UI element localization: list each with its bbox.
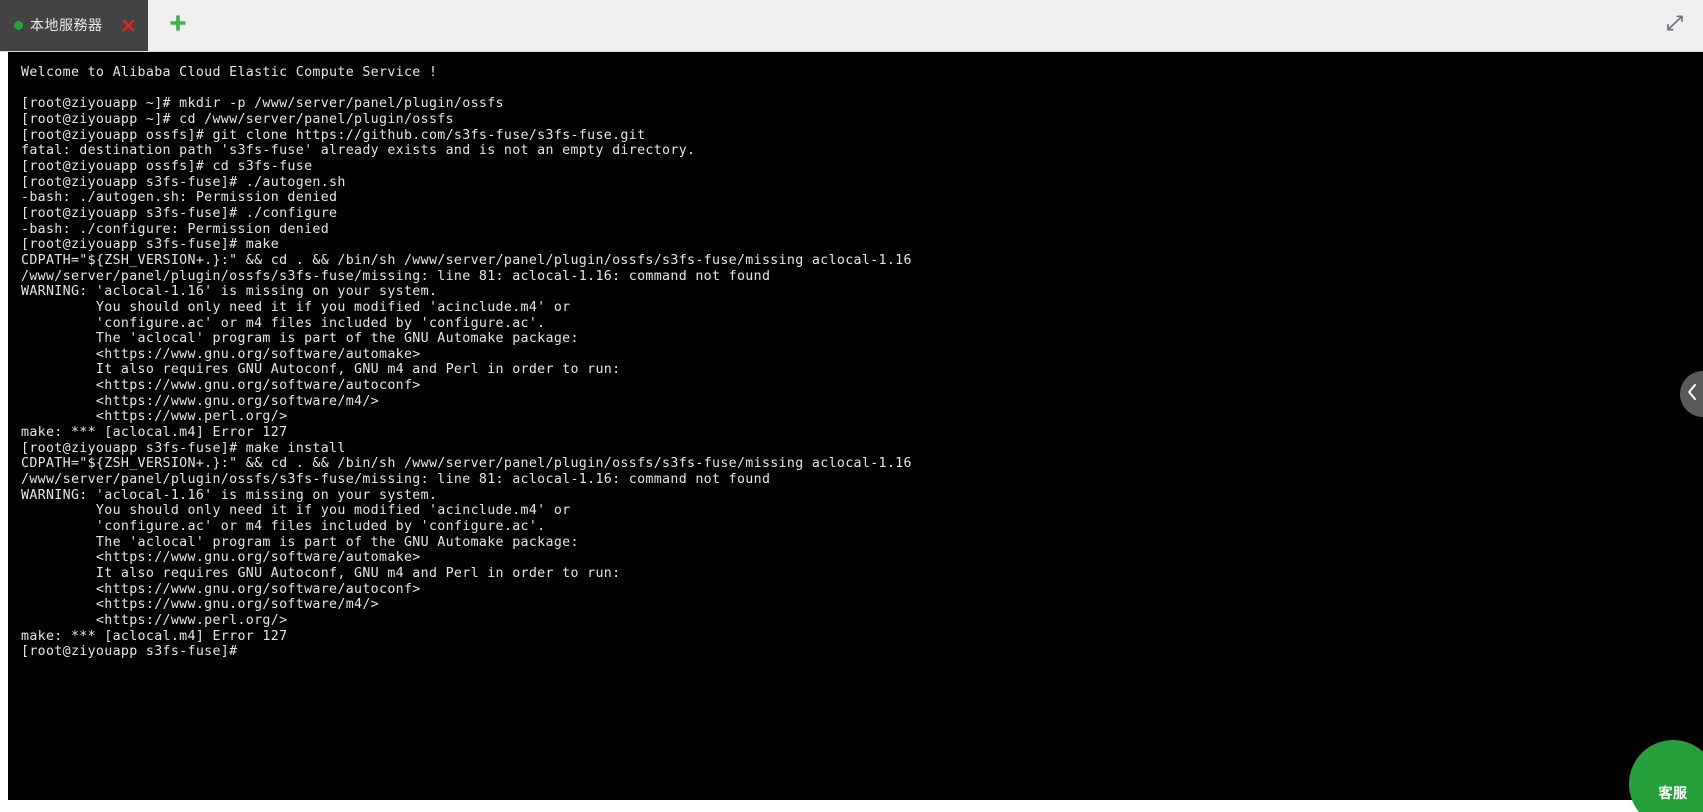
terminal-line: [root@ziyouapp s3fs-fuse]# ./configure <box>21 205 338 221</box>
terminal-line: It also requires GNU Autoconf, GNU m4 an… <box>21 362 621 378</box>
terminal-line: The 'aclocal' program is part of the GNU… <box>21 534 579 550</box>
terminal-line: <https://www.gnu.org/software/automake> <box>21 550 421 566</box>
terminal-line: <https://www.gnu.org/software/automake> <box>21 346 421 362</box>
terminal-line: <https://www.gnu.org/software/autoconf> <box>21 581 421 597</box>
terminal-line: [root@ziyouapp ossfs]# git clone https:/… <box>21 127 646 143</box>
tab-bar: 本地服務器 <box>0 0 1703 52</box>
terminal-line: 'configure.ac' or m4 files included by '… <box>21 315 546 331</box>
tab-local-server[interactable]: 本地服務器 <box>0 0 148 51</box>
chevron-left-icon <box>1686 383 1698 406</box>
terminal-line: /www/server/panel/plugin/ossfs/s3fs-fuse… <box>21 472 771 488</box>
terminal-line: WARNING: 'aclocal-1.16' is missing on yo… <box>21 487 438 503</box>
close-x-icon[interactable] <box>120 17 136 33</box>
tab-connection-status-dot <box>14 20 23 30</box>
terminal-line: [root@ziyouapp s3fs-fuse]# make install <box>21 440 346 456</box>
terminal-line: Welcome to Alibaba Cloud Elastic Compute… <box>21 65 438 80</box>
terminal-line: [root@ziyouapp s3fs-fuse]# <box>21 644 246 660</box>
terminal-line: -bash: ./autogen.sh: Permission denied <box>21 190 338 206</box>
terminal-line: WARNING: 'aclocal-1.16' is missing on yo… <box>21 284 438 300</box>
customer-service-label: 客服 <box>1658 785 1688 801</box>
terminal-line: <https://www.perl.org/> <box>21 612 288 628</box>
terminal-line: It also requires GNU Autoconf, GNU m4 an… <box>21 566 621 581</box>
terminal-line: You should only need it if you modified … <box>21 503 571 519</box>
expand-diagonal-arrows-icon <box>1665 13 1685 38</box>
terminal-line: [root@ziyouapp ossfs]# cd s3fs-fuse <box>21 158 313 174</box>
terminal-line: make: *** [aclocal.m4] Error 127 <box>21 425 288 441</box>
fullscreen-toggle-button[interactable] <box>1647 0 1703 51</box>
terminal-line: <https://www.gnu.org/software/m4/> <box>21 597 379 613</box>
terminal-line: make: *** [aclocal.m4] Error 127 <box>21 628 288 644</box>
terminal-line: 'configure.ac' or m4 files included by '… <box>21 519 546 535</box>
terminal-panel: Welcome to Alibaba Cloud Elastic Compute… <box>8 52 1703 800</box>
terminal-line: <https://www.gnu.org/software/m4/> <box>21 393 379 409</box>
terminal-line: <https://www.gnu.org/software/autoconf> <box>21 378 421 394</box>
add-tab-button[interactable] <box>148 0 208 51</box>
tab-label: 本地服務器 <box>30 17 103 33</box>
terminal-line: CDPATH="${ZSH_VERSION+.}:" && cd . && /b… <box>21 456 912 472</box>
terminal-output[interactable]: Welcome to Alibaba Cloud Elastic Compute… <box>8 52 1703 800</box>
terminal-line: fatal: destination path 's3fs-fuse' alre… <box>21 143 696 159</box>
tab-bar-spacer <box>208 0 1647 51</box>
terminal-line: [root@ziyouapp ~]# cd /www/server/panel/… <box>21 111 454 127</box>
terminal-line: /www/server/panel/plugin/ossfs/s3fs-fuse… <box>21 268 771 284</box>
terminal-line: You should only need it if you modified … <box>21 299 571 315</box>
terminal-app-window: 本地服務器 Welcome to Alibaba Cloud Elastic C… <box>0 0 1703 812</box>
terminal-line: CDPATH="${ZSH_VERSION+.}:" && cd . && /b… <box>21 252 912 268</box>
terminal-line: <https://www.perl.org/> <box>21 409 288 425</box>
terminal-line: The 'aclocal' program is part of the GNU… <box>21 331 579 347</box>
terminal-line: [root@ziyouapp s3fs-fuse]# make <box>21 237 280 253</box>
terminal-line: [root@ziyouapp s3fs-fuse]# ./autogen.sh <box>21 174 346 190</box>
terminal-line: -bash: ./configure: Permission denied <box>21 221 330 237</box>
plus-icon <box>169 14 187 37</box>
terminal-line: [root@ziyouapp ~]# mkdir -p /www/server/… <box>21 96 504 112</box>
